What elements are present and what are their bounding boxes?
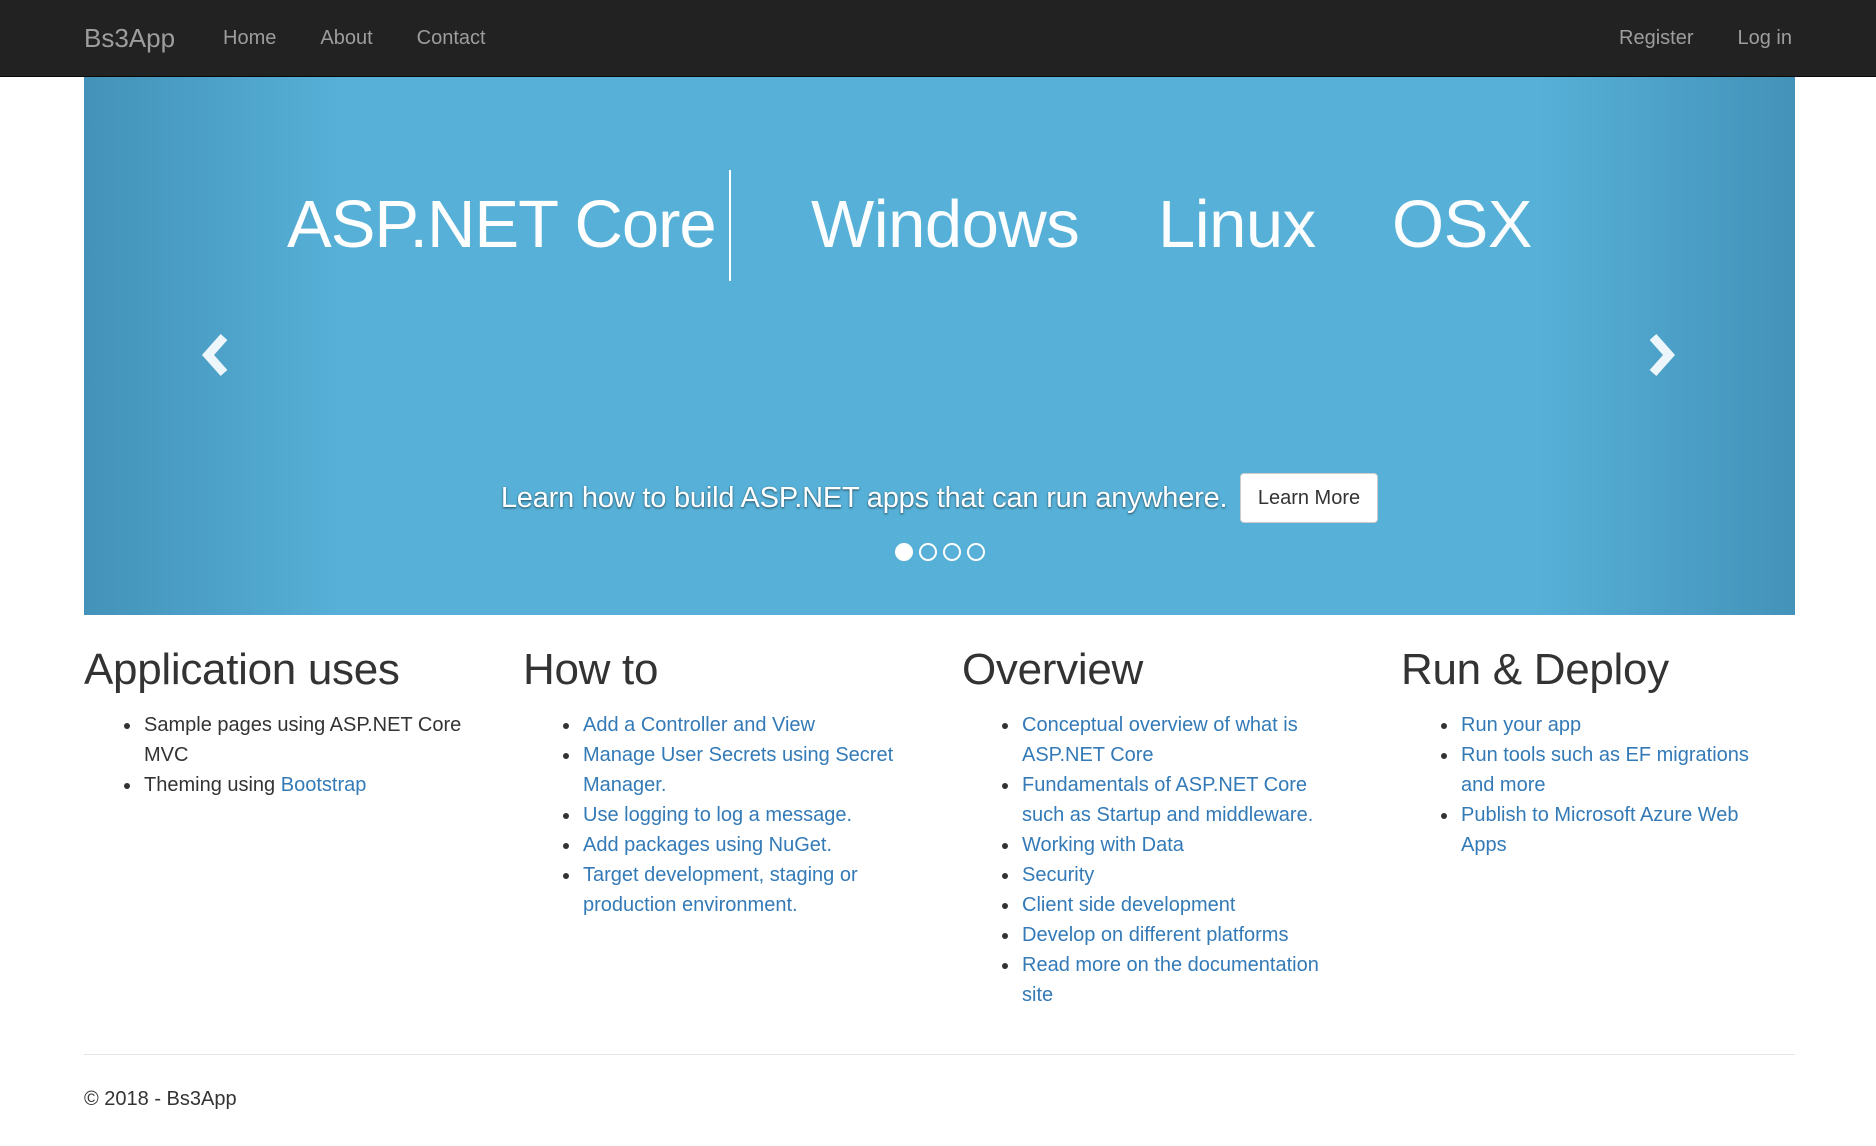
column-heading: Overview <box>962 645 1143 694</box>
nav-register-link[interactable]: Register <box>1597 0 1715 77</box>
list-item: Read more on the documentation site <box>1002 950 1342 1010</box>
list-item: Develop on different platforms <box>1002 920 1342 950</box>
carousel-indicator-1[interactable] <box>894 543 913 561</box>
column-heading: Run & Deploy <box>1401 645 1669 694</box>
carousel-indicator-4[interactable] <box>966 543 985 561</box>
hero-platform-windows: Windows <box>811 187 1080 262</box>
list-item: Sample pages using ASP.NET Core MVC <box>124 710 464 770</box>
list-item-link[interactable]: Run tools such as EF migrations and more <box>1461 744 1749 796</box>
list-item-link[interactable]: Use logging to log a message. <box>583 804 852 826</box>
list-item-link[interactable]: Security <box>1022 864 1094 886</box>
carousel-indicator-3[interactable] <box>942 543 961 561</box>
column-list: Run your app Run tools such as EF migrat… <box>1401 710 1801 860</box>
nav-left-links: Home About Contact <box>223 0 508 77</box>
chevron-left-icon[interactable] <box>196 325 236 385</box>
list-item: Client side development <box>1002 890 1342 920</box>
bootstrap-link[interactable]: Bootstrap <box>281 774 367 796</box>
carousel-indicators <box>84 543 1795 561</box>
hero-carousel: ASP.NET Core Windows Linux OSX Learn how… <box>84 77 1795 615</box>
nav-home-link[interactable]: Home <box>223 0 298 77</box>
list-item-link[interactable]: Read more on the documentation site <box>1022 954 1319 1006</box>
list-item-link[interactable]: Fundamentals of ASP.NET Core such as Sta… <box>1022 774 1313 826</box>
list-item-link[interactable]: Run your app <box>1461 714 1581 736</box>
list-item-link[interactable]: Client side development <box>1022 894 1235 916</box>
column-overview: Overview Conceptual overview of what is … <box>962 640 1362 1010</box>
list-item: Add packages using NuGet. <box>563 830 903 860</box>
list-item: Security <box>1002 860 1342 890</box>
list-item-link[interactable]: Develop on different platforms <box>1022 924 1288 946</box>
footer-divider <box>84 1054 1795 1055</box>
carousel-caption: Learn how to build ASP.NET apps that can… <box>84 473 1795 525</box>
list-item-link[interactable]: Conceptual overview of what is ASP.NET C… <box>1022 714 1298 766</box>
brand-link[interactable]: Bs3App <box>84 0 175 77</box>
list-item: Working with Data <box>1002 830 1342 860</box>
list-item-text: Sample pages using ASP.NET Core MVC <box>144 714 462 766</box>
list-item-link[interactable]: Add a Controller and View <box>583 714 815 736</box>
column-application-uses: Application uses Sample pages using ASP.… <box>84 640 484 800</box>
nav-right-links: Register Log in <box>1597 0 1792 77</box>
column-list: Conceptual overview of what is ASP.NET C… <box>962 710 1362 1010</box>
list-item-link[interactable]: Target development, staging or productio… <box>583 864 858 916</box>
list-item-link[interactable]: Manage User Secrets using Secret Manager… <box>583 744 893 796</box>
list-item: Run your app <box>1441 710 1781 740</box>
list-item: Target development, staging or productio… <box>563 860 903 920</box>
carousel-indicator-2[interactable] <box>918 543 937 561</box>
list-item: Use logging to log a message. <box>563 800 903 830</box>
list-item: Run tools such as EF migrations and more <box>1441 740 1781 800</box>
nav-about-link[interactable]: About <box>298 0 394 77</box>
column-list: Add a Controller and View Manage User Se… <box>523 710 923 920</box>
column-list: Sample pages using ASP.NET Core MVC Them… <box>84 710 484 800</box>
hero-platform-linux: Linux <box>1158 187 1316 262</box>
nav-login-link[interactable]: Log in <box>1716 0 1793 77</box>
list-item: Manage User Secrets using Secret Manager… <box>563 740 903 800</box>
nav-contact-link[interactable]: Contact <box>395 0 508 77</box>
hero-banner: ASP.NET Core Windows Linux OSX <box>84 165 1795 285</box>
hero-title: ASP.NET Core <box>287 187 717 262</box>
footer-copyright: © 2018 - Bs3App <box>84 1088 237 1110</box>
column-run-deploy: Run & Deploy Run your app Run tools such… <box>1401 640 1801 860</box>
column-heading: How to <box>523 645 659 694</box>
list-item-link[interactable]: Add packages using NuGet. <box>583 834 832 856</box>
chevron-right-icon[interactable] <box>1641 325 1681 385</box>
hero-divider <box>729 170 731 281</box>
list-item: Fundamentals of ASP.NET Core such as Sta… <box>1002 770 1342 830</box>
column-heading: Application uses <box>84 645 400 694</box>
list-item-text: Theming using <box>144 774 281 796</box>
top-navbar: Bs3App Home About Contact Register Log i… <box>0 0 1876 77</box>
hero-platform-osx: OSX <box>1392 187 1533 262</box>
caption-text: Learn how to build ASP.NET apps that can… <box>500 481 1228 514</box>
list-item-link[interactable]: Working with Data <box>1022 834 1184 856</box>
list-item: Add a Controller and View <box>563 710 903 740</box>
list-item-link[interactable]: Publish to Microsoft Azure Web Apps <box>1461 804 1739 856</box>
column-how-to: How to Add a Controller and View Manage … <box>523 640 923 920</box>
list-item: Theming using Bootstrap <box>124 770 464 800</box>
list-item: Conceptual overview of what is ASP.NET C… <box>1002 710 1342 770</box>
list-item: Publish to Microsoft Azure Web Apps <box>1441 800 1781 860</box>
learn-more-button[interactable]: Learn More <box>1239 473 1379 523</box>
